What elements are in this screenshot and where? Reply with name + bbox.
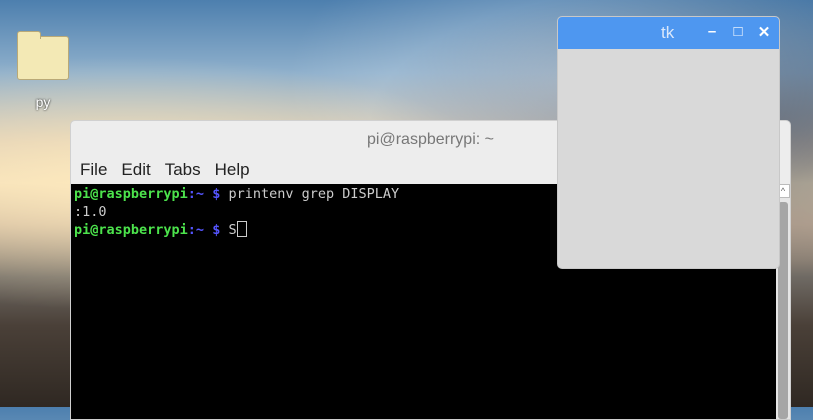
close-icon[interactable]: ✕ [756,23,772,41]
desktop-icon-py[interactable]: py [12,31,74,110]
tk-title-bar[interactable]: tk – □ ✕ [558,17,779,49]
menu-edit[interactable]: Edit [121,160,150,180]
minimize-icon[interactable]: – [704,23,720,40]
prompt-user: pi@raspberrypi [74,222,188,238]
command-text: printenv grep DISPLAY [228,186,400,202]
output-text: :1.0 [74,204,107,220]
tk-title: tk [661,23,675,42]
prompt-symbol: $ [204,186,229,202]
prompt-path: :~ [187,222,205,238]
desktop-icon-label: py [35,94,51,110]
text-cursor [236,221,247,237]
tk-window[interactable]: tk – □ ✕ [557,16,780,269]
menu-help[interactable]: Help [215,160,250,180]
prompt-symbol: $ [204,222,229,238]
command-text: S [228,222,237,238]
maximize-icon[interactable]: □ [730,23,746,40]
menu-file[interactable]: File [80,160,107,180]
menu-tabs[interactable]: Tabs [165,160,201,180]
prompt-user: pi@raspberrypi [74,186,188,202]
folder-icon [17,31,69,80]
prompt-path: :~ [187,186,205,202]
